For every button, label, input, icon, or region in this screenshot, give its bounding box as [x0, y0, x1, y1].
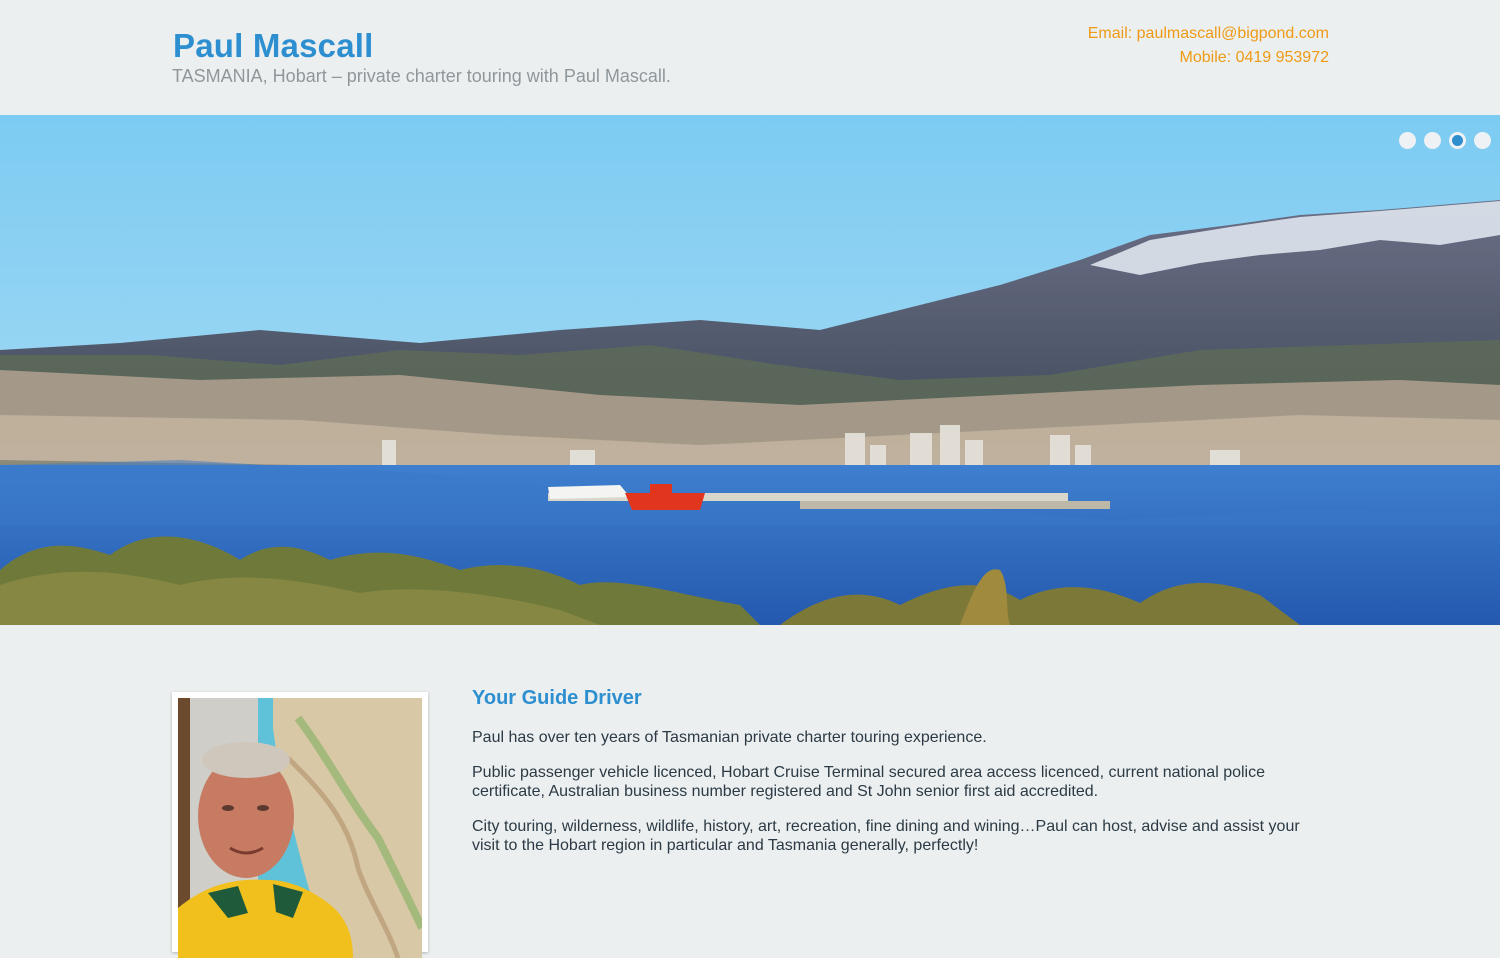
- slide-dot-3-active[interactable]: [1449, 132, 1466, 149]
- site-header: Paul Mascall TASMANIA, Hobart – private …: [0, 0, 1500, 115]
- slide-dot-4[interactable]: [1474, 132, 1491, 149]
- email-label: Email:: [1087, 25, 1137, 42]
- main-content: Your Guide Driver Paul has over ten year…: [0, 625, 1500, 958]
- bio-text: Paul has over ten years of Tasmanian pri…: [472, 728, 1322, 871]
- mobile-line: Mobile: 0419 953972: [1088, 46, 1329, 70]
- guide-photo-frame: [172, 692, 428, 958]
- site-title[interactable]: Paul Mascall: [173, 27, 374, 65]
- mobile-label: Mobile:: [1179, 49, 1236, 66]
- bio-paragraph: City touring, wilderness, wildlife, hist…: [472, 818, 1300, 854]
- mobile-number: 0419 953972: [1235, 49, 1329, 66]
- email-line: Email: paulmascall@bigpond.com: [1088, 22, 1329, 46]
- bio-paragraph: Public passenger vehicle licenced, Hobar…: [472, 764, 1266, 800]
- guide-portrait-image: [178, 698, 422, 958]
- slider-pagination: [1399, 132, 1491, 149]
- bio-paragraph: Paul has over ten years of Tasmanian pri…: [472, 729, 987, 746]
- slide-dot-2[interactable]: [1424, 132, 1441, 149]
- contact-info: Email: paulmascall@bigpond.com Mobile: 0…: [1088, 22, 1329, 70]
- section-title: Your Guide Driver: [472, 687, 642, 709]
- slide-dot-1[interactable]: [1399, 132, 1416, 149]
- guide-photo: [178, 698, 422, 958]
- email-link[interactable]: paulmascall@bigpond.com: [1137, 25, 1329, 42]
- hobart-panorama-image: [0, 115, 1500, 625]
- site-tagline: TASMANIA, Hobart – private charter touri…: [172, 66, 671, 86]
- hero-slideshow: [0, 115, 1500, 625]
